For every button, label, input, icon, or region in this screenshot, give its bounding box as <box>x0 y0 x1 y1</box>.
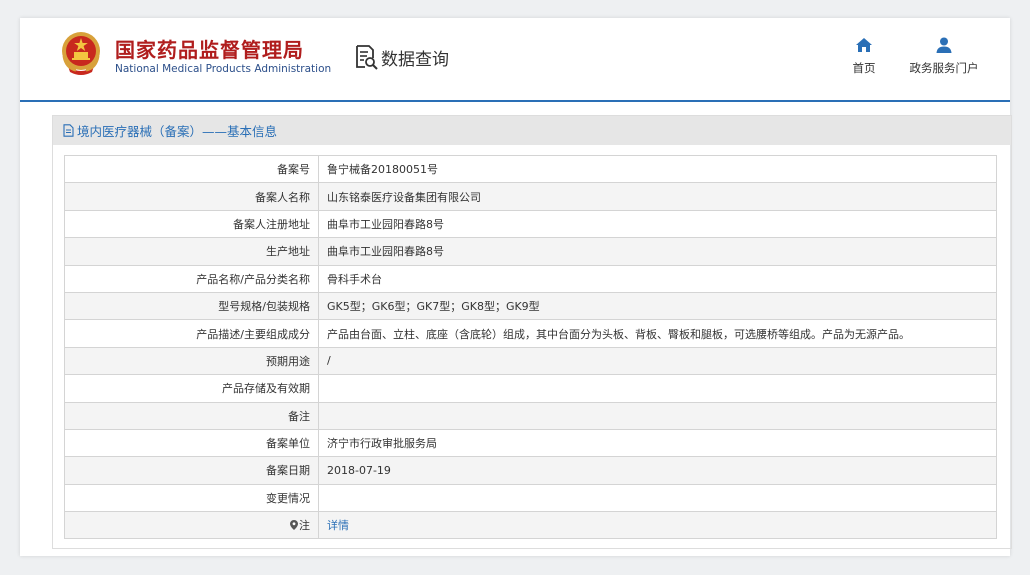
document-icon <box>63 124 74 137</box>
nav-service-portal[interactable]: 政务服务门户 <box>904 36 984 76</box>
row-label: 型号规格/包装规格 <box>64 291 319 321</box>
section-header: 境内医疗器械（备案）——基本信息 <box>53 116 1011 145</box>
row-value: 济宁市行政审批服务局 <box>318 428 997 458</box>
row-value: 山东铭泰医疗设备集团有限公司 <box>318 182 997 211</box>
table-row: 注 详情 <box>64 511 997 540</box>
row-label: 生产地址 <box>64 237 319 266</box>
table-row: 生产地址 曲阜市工业园阳春路8号 <box>64 237 997 266</box>
table-row: 备注 <box>64 401 997 430</box>
row-label: 备案单位 <box>64 428 319 458</box>
row-value <box>318 483 997 513</box>
table-row: 备案号 鲁宁械备20180051号 <box>64 154 997 184</box>
row-value: 鲁宁械备20180051号 <box>318 154 997 184</box>
table-row: 变更情况 <box>64 483 997 513</box>
org-name-en: National Medical Products Administration <box>115 63 332 75</box>
data-query-link[interactable]: 数据查询 <box>354 42 449 72</box>
document-search-icon <box>356 45 378 70</box>
row-label: 预期用途 <box>64 346 319 376</box>
table-row: 产品名称/产品分类名称 骨科手术台 <box>64 264 997 293</box>
user-icon <box>936 37 952 53</box>
row-label: 备案日期 <box>64 456 319 485</box>
record-detail-table: 备案号 鲁宁械备20180051号 备案人名称 山东铭泰医疗设备集团有限公司 备… <box>64 154 997 540</box>
section-title: 境内医疗器械（备案）——基本信息 <box>77 124 278 139</box>
row-value: 骨科手术台 <box>318 264 997 293</box>
table-row: 备案人注册地址 曲阜市工业园阳春路8号 <box>64 209 997 239</box>
row-value: GK5型；GK6型；GK7型；GK8型；GK9型 <box>318 291 997 321</box>
row-label: 备案人名称 <box>64 182 319 211</box>
data-query-label: 数据查询 <box>381 49 449 70</box>
nav-home[interactable]: 首页 <box>840 36 888 76</box>
table-row: 型号规格/包装规格 GK5型；GK6型；GK7型；GK8型；GK9型 <box>64 291 997 321</box>
row-value: 曲阜市工业园阳春路8号 <box>318 237 997 266</box>
map-pin-icon <box>290 520 298 531</box>
row-label: 产品描述/主要组成成分 <box>64 319 319 348</box>
org-name-cn: 国家药品监督管理局 <box>115 38 304 62</box>
page: 国家药品监督管理局 National Medical Products Admi… <box>20 18 1012 556</box>
row-label: 产品存储及有效期 <box>64 374 319 403</box>
national-emblem-icon <box>62 32 100 75</box>
table-row: 备案人名称 山东铭泰医疗设备集团有限公司 <box>64 182 997 211</box>
row-value: 产品由台面、立柱、底座（含底轮）组成，其中台面分为头板、背板、臀板和腿板，可选腰… <box>318 319 997 348</box>
row-value: 曲阜市工业园阳春路8号 <box>318 209 997 239</box>
detail-panel: 境内医疗器械（备案）——基本信息 备案号 鲁宁械备20180051号 备案人名称… <box>52 115 1012 549</box>
row-value: 详情 <box>318 511 997 540</box>
table-row: 备案日期 2018-07-19 <box>64 456 997 485</box>
table-row: 备案单位 济宁市行政审批服务局 <box>64 428 997 458</box>
home-icon <box>856 38 872 52</box>
note-label-cell: 注 <box>64 511 319 540</box>
table-row: 预期用途 / <box>64 346 997 376</box>
table-row: 产品存储及有效期 <box>64 374 997 403</box>
row-label: 变更情况 <box>64 483 319 513</box>
row-label: 注 <box>299 519 310 533</box>
row-label: 备注 <box>64 401 319 430</box>
nav-home-label: 首页 <box>852 61 876 75</box>
details-link[interactable]: 详情 <box>327 519 349 532</box>
table-row: 产品描述/主要组成成分 产品由台面、立柱、底座（含底轮）组成，其中台面分为头板、… <box>64 319 997 348</box>
row-value <box>318 374 997 403</box>
row-value: 2018-07-19 <box>318 456 997 485</box>
nav-portal-label: 政务服务门户 <box>909 61 979 75</box>
row-label: 产品名称/产品分类名称 <box>64 264 319 293</box>
row-label: 备案号 <box>64 154 319 184</box>
row-value: / <box>318 346 997 376</box>
row-value <box>318 401 997 430</box>
site-header: 国家药品监督管理局 National Medical Products Admi… <box>20 18 1010 102</box>
row-label: 备案人注册地址 <box>64 209 319 239</box>
